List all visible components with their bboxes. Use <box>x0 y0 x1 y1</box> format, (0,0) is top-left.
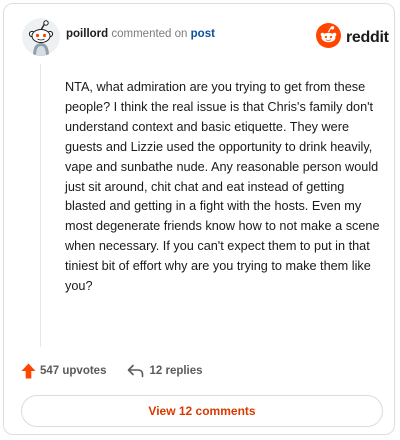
comment-body: NTA, what admiration are you trying to g… <box>65 80 380 294</box>
post-link[interactable]: post <box>191 28 215 40</box>
reddit-brand[interactable]: reddit <box>316 23 389 53</box>
thread-line <box>40 64 41 347</box>
comment-card: poillord commented on post reddit NTA, w… <box>3 3 395 435</box>
commented-on-text: commented on <box>111 28 188 40</box>
reddit-wordmark: reddit <box>346 29 389 46</box>
reply-arrow-icon <box>127 364 144 378</box>
replies-button[interactable]: 12 replies <box>127 364 203 378</box>
replies-count: 12 replies <box>149 365 203 377</box>
username-link[interactable]: poillord <box>66 28 108 40</box>
snoo-avatar-icon[interactable] <box>22 18 60 56</box>
view-comments-button[interactable]: View 12 comments <box>21 395 383 427</box>
reddit-snoo-logo-icon <box>316 23 341 53</box>
comment-actions: 547 upvotes 12 replies <box>21 360 203 382</box>
comment-header: poillord commented on post <box>66 28 215 40</box>
upvote-arrow-icon <box>21 363 36 379</box>
upvote-count: 547 upvotes <box>40 365 107 377</box>
upvote-button[interactable]: 547 upvotes <box>21 363 106 379</box>
